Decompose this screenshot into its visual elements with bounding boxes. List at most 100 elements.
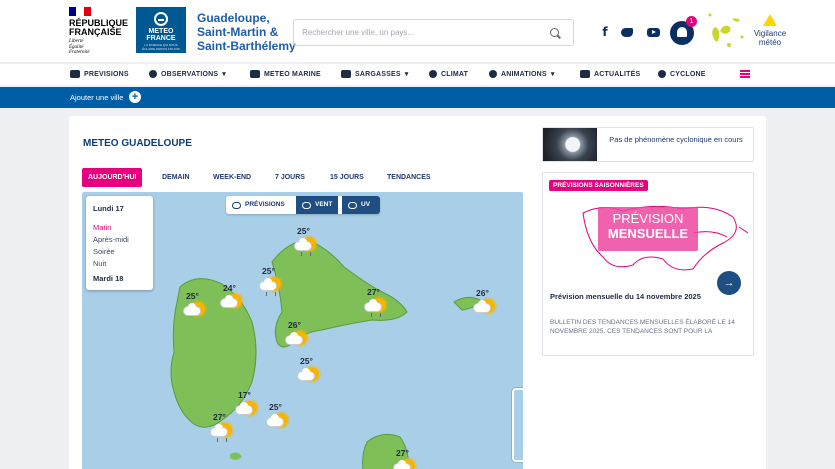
nav-climat[interactable]: CLIMAT [429, 70, 468, 78]
nav-label: SARGASSES [355, 70, 401, 78]
rain-icon [217, 438, 227, 442]
saint-martin-inset-map [514, 390, 523, 462]
menu-icon[interactable] [740, 70, 750, 78]
nav-label: ANIMATIONS [501, 70, 547, 78]
tab-7-jours[interactable]: 7 JOURS [275, 168, 305, 187]
chevron-down-icon: ▾ [550, 71, 555, 78]
temperature-label: 27° [213, 412, 226, 422]
meteo-france-logo[interactable]: METEO FRANCE LA SCIENCE QUI NOUS ÉCLAIRE… [136, 7, 186, 53]
tab-tendances[interactable]: TENDANCES [387, 168, 431, 187]
nav-previsions[interactable]: PREVISIONS [70, 70, 129, 78]
vigilance-widget[interactable]: Vigilance météo [752, 14, 788, 47]
tab-aujourdhui[interactable]: AUJOURD'HUI [82, 168, 143, 187]
seasonal-title: Prévision mensuelle du 14 novembre 2025 [550, 292, 701, 301]
page-title: METEO GUADELOUPE [83, 138, 192, 149]
arrow-right-icon[interactable]: → [717, 271, 741, 295]
cloud-icon [260, 278, 276, 290]
mode-uv[interactable]: UV [342, 196, 380, 214]
tab-week-end[interactable]: WEEK-END [213, 168, 251, 187]
temperature-label: 25° [269, 402, 282, 412]
map-inset[interactable] [512, 388, 523, 462]
rain-icon [301, 252, 311, 256]
site-title[interactable]: Guadeloupe, Saint-Martin & Saint-Barthél… [197, 11, 296, 53]
notification-badge: 1 [686, 16, 697, 27]
weather-marker[interactable]: 24° [219, 283, 249, 319]
search-placeholder: Rechercher une ville, un pays... [302, 28, 415, 37]
twitter-icon[interactable] [620, 26, 634, 38]
weather-marker[interactable]: 27° [392, 448, 422, 469]
temperature-label: 27° [367, 287, 380, 297]
weather-marker[interactable]: 26° [284, 320, 314, 356]
cloud-icon [286, 332, 302, 344]
temperature-label: 25° [300, 356, 313, 366]
cloud-icon [211, 424, 227, 436]
weather-marker[interactable]: 26° [472, 288, 502, 324]
day-label[interactable]: Mardi 18 [93, 274, 123, 283]
cloud-sun-icon [70, 70, 80, 78]
temperature-label: 26° [476, 288, 489, 298]
globe-icon [149, 70, 157, 78]
temperature-label: 26° [288, 320, 301, 330]
nav-meteo-marine[interactable]: METEO MARINE [250, 70, 321, 78]
cloud-icon [474, 300, 490, 312]
plus-icon[interactable]: + [129, 91, 141, 103]
notification-bell-icon[interactable]: 1 [670, 16, 697, 45]
meteo-france-tagline: LA SCIENCE QUI NOUS ÉCLAIRE DEPUIS 150 A… [142, 43, 180, 51]
city-bar: Ajouter une ville + [0, 87, 835, 108]
republique-francaise-logo[interactable]: RÉPUBLIQUE FRANÇAISE Liberté Égalité Fra… [69, 7, 129, 56]
tab-demain[interactable]: DEMAIN [162, 168, 190, 187]
cloud-icon [365, 299, 381, 311]
vigilance-map-icon[interactable] [702, 9, 750, 57]
globe-icon [429, 70, 437, 78]
banner-line-1: PRÉVISION [612, 211, 684, 226]
seasonal-tag: PRÉVISIONS SAISONNIÈRES [549, 180, 648, 191]
day-label[interactable]: Lundi 17 [93, 204, 124, 213]
temperature-label: 25° [262, 266, 275, 276]
facebook-icon[interactable]: f [598, 25, 612, 39]
weather-marker[interactable]: 25° [296, 356, 326, 392]
cyclone-status-text: Pas de phénomène cyclonique en cours [609, 135, 743, 144]
cloud-icon [295, 238, 311, 250]
weather-marker[interactable]: 27° [363, 287, 393, 323]
period-nuit[interactable]: Nuit [93, 259, 106, 268]
rf-motto: Liberté Égalité Fraternité [69, 39, 90, 55]
period-apres-midi[interactable]: Après-midi [93, 235, 129, 244]
weather-marker[interactable]: 25° [265, 402, 295, 438]
nav-animations[interactable]: ANIMATIONS ▾ [489, 70, 555, 78]
day-period-selector: Lundi 17 Matin Après-midi Soirée Nuit Ma… [86, 196, 153, 290]
search-icon[interactable] [550, 28, 559, 37]
weather-marker[interactable]: 27° [209, 412, 239, 448]
search-input[interactable]: Rechercher une ville, un pays... [293, 19, 574, 46]
mode-previsions[interactable]: PRÉVISIONS [232, 196, 285, 214]
period-matin[interactable]: Matin [93, 223, 111, 232]
temperature-label: 17° [238, 390, 251, 400]
mode-vent[interactable]: VENT [296, 196, 339, 214]
nav-cyclone[interactable]: CYCLONE [658, 70, 706, 78]
chevron-down-icon: ▾ [222, 71, 226, 78]
temperature-label: 25° [186, 291, 199, 301]
temperature-label: 24° [223, 283, 236, 293]
nav-observations[interactable]: OBSERVATIONS ▾ [149, 70, 226, 78]
nav-actualites[interactable]: ACTUALITÉS [580, 70, 640, 78]
cyclone-icon [658, 70, 666, 78]
globe-icon [489, 70, 497, 78]
temperature-label: 25° [297, 226, 310, 236]
cloud-icon [184, 303, 200, 315]
tab-15-jours[interactable]: 15 JOURS [330, 168, 364, 187]
weather-marker[interactable]: 25° [258, 266, 288, 302]
weather-marker[interactable]: 25° [182, 291, 212, 327]
nav-label: CYCLONE [670, 70, 706, 78]
cloud-icon [298, 368, 314, 380]
weather-marker[interactable]: 25° [293, 226, 323, 262]
add-city-link[interactable]: Ajouter une ville [70, 93, 123, 102]
period-soiree[interactable]: Soirée [93, 247, 115, 256]
nav-label: PREVISIONS [84, 70, 129, 78]
meteo-france-icon [154, 12, 168, 26]
vigilance-label: Vigilance météo [753, 29, 787, 47]
rain-icon [371, 313, 381, 317]
nav-sargasses[interactable]: SARGASSES ▾ [341, 70, 408, 78]
cyclone-card[interactable]: Pas de phénomène cyclonique en cours [542, 127, 754, 162]
seasonal-forecast-card[interactable]: PRÉVISIONS SAISONNIÈRES PRÉVISION MENSUE… [542, 172, 754, 356]
youtube-icon[interactable] [646, 26, 660, 38]
mode-label: UV [361, 201, 371, 208]
